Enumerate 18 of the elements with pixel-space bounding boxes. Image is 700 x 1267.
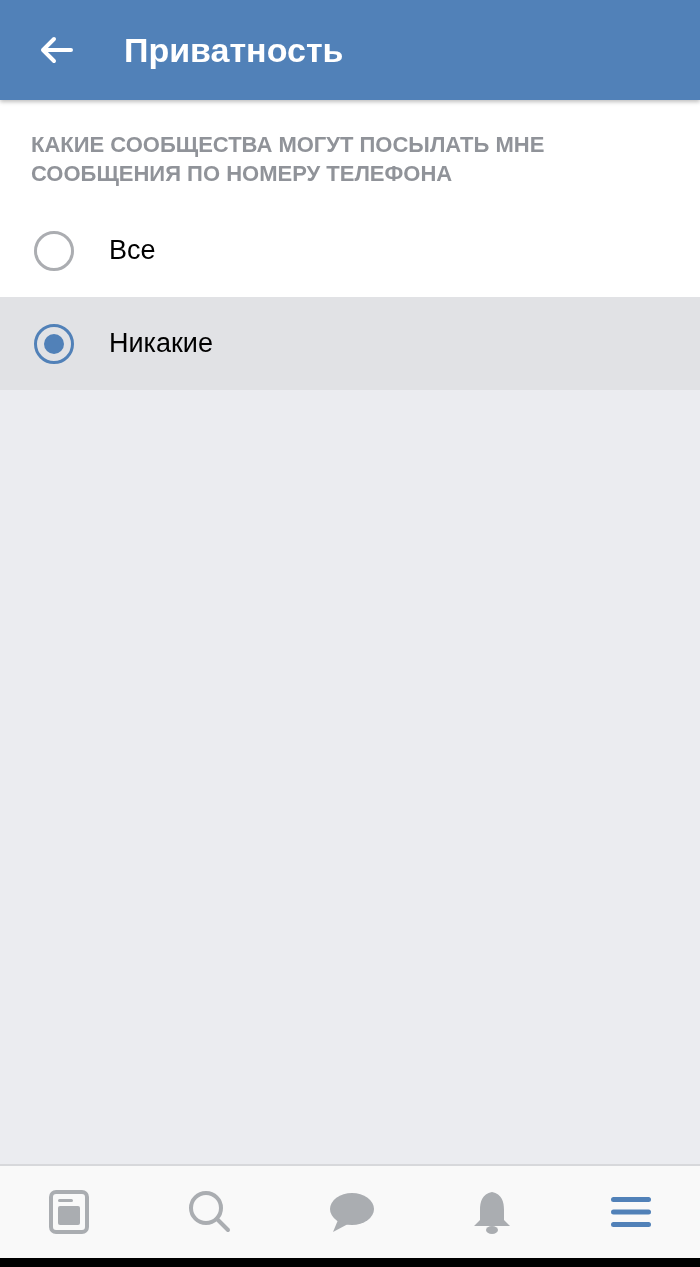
section-heading: КАКИЕ СООБЩЕСТВА МОГУТ ПОСЫЛАТЬ МНЕ СООБЩЕНИЯ ПО НОМЕРУ ТЕЛЕФОНА — [30, 131, 546, 188]
menu-icon — [610, 1196, 651, 1228]
bell-icon — [472, 1190, 513, 1234]
radio-button[interactable] — [34, 323, 74, 364]
back-arrow-icon — [39, 36, 73, 64]
screen-title: Приватность — [124, 30, 344, 70]
tab-button[interactable] — [49, 1190, 90, 1234]
speech-bubble-icon — [329, 1192, 374, 1232]
tab-button[interactable] — [610, 1196, 651, 1228]
tab-button[interactable] — [329, 1192, 374, 1232]
option-row[interactable]: Никакие — [0, 297, 700, 390]
radio-button[interactable] — [34, 230, 74, 271]
tab-button[interactable] — [472, 1190, 513, 1234]
option-label: Никакие — [109, 328, 213, 359]
tab-button[interactable] — [187, 1190, 232, 1234]
option-label: Все — [109, 235, 156, 266]
news-feed-icon — [49, 1190, 90, 1234]
search-icon — [187, 1190, 232, 1234]
